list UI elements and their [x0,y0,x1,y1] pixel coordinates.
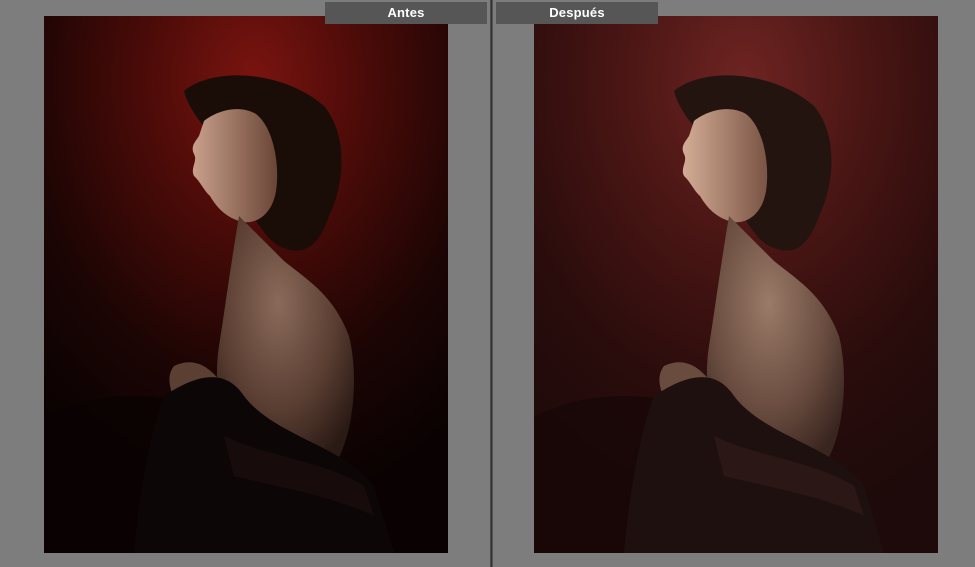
before-after-compare-view: Antes Después [0,0,975,567]
after-label: Después [496,2,658,24]
after-photo-image [534,16,938,553]
before-panel[interactable]: Antes [0,0,490,567]
after-panel[interactable]: Después [493,0,975,567]
after-photo[interactable] [534,16,938,553]
before-photo[interactable] [44,16,448,553]
before-photo-image [44,16,448,553]
before-label: Antes [325,2,487,24]
